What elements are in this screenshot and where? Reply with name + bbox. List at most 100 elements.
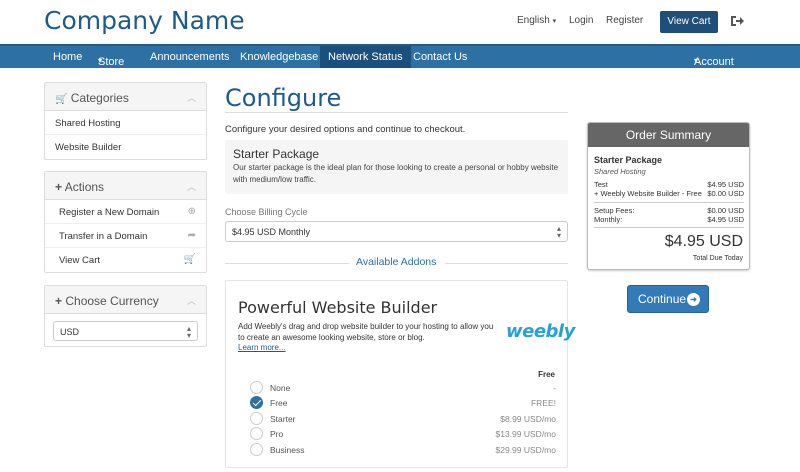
- plus-icon: +: [55, 180, 63, 194]
- addon-option-business[interactable]: Business $29.99 USD/mo: [250, 443, 556, 457]
- radio-button[interactable]: [250, 381, 263, 394]
- summary-line-label: + Weebly Website Builder - Free: [594, 189, 702, 198]
- divider: [225, 112, 568, 113]
- weebly-logo: weebly: [506, 321, 575, 342]
- nav-announcements[interactable]: Announcements: [150, 51, 230, 63]
- option-name: None: [270, 383, 291, 393]
- category-website-builder[interactable]: Website Builder: [45, 135, 206, 159]
- globe-icon: ⊕: [187, 206, 196, 217]
- caret-down-icon: ▾: [98, 56, 103, 65]
- summary-line-label: Test: [594, 180, 608, 189]
- option-price: $8.99 USD/mo: [500, 414, 556, 424]
- actions-header[interactable]: + Actions ︿: [45, 172, 206, 200]
- currency-title: Choose Currency: [65, 294, 159, 308]
- nav-account-label: Account: [694, 56, 734, 68]
- logout-icon[interactable]: [730, 14, 744, 28]
- summary-fee-label: Monthly:: [594, 215, 623, 224]
- order-summary-title: Order Summary: [588, 123, 749, 147]
- categories-panel: 🛒 Categories ︿ Shared Hosting Website Bui…: [44, 82, 207, 160]
- categories-title: Categories: [70, 91, 129, 105]
- addon-column-header: Free: [538, 370, 555, 379]
- billing-cycle-label: Choose Billing Cycle: [225, 207, 308, 217]
- continue-label: Continue: [638, 292, 687, 306]
- option-name: Free: [270, 398, 288, 408]
- summary-line: + Weebly Website Builder - Free $0.00 USD: [594, 189, 744, 198]
- divider-line-left: [225, 263, 349, 264]
- package-description: Our starter package is the ideal plan fo…: [233, 163, 559, 184]
- header: Company Name English ▾ Login Register Vi…: [0, 0, 800, 44]
- select-arrows-icon: ▴ ▾: [556, 224, 561, 240]
- action-transfer-domain[interactable]: Transfer in a Domain ➦: [45, 224, 206, 248]
- view-cart-button[interactable]: View Cart: [660, 11, 718, 33]
- billing-cycle-value: $4.95 USD Monthly: [232, 227, 311, 237]
- addon-description: Add Weebly's drag and drop website build…: [238, 322, 494, 342]
- order-summary: Order Summary Starter Package Shared Hos…: [587, 122, 750, 270]
- summary-line: Test $4.95 USD: [594, 180, 744, 189]
- addon-option-pro[interactable]: Pro $13.99 USD/mo: [250, 427, 556, 441]
- actions-title: Actions: [64, 180, 105, 194]
- summary-package-name: Starter Package: [594, 155, 663, 165]
- nav-home[interactable]: Home: [53, 51, 82, 63]
- action-view-cart[interactable]: View Cart 🛒: [45, 248, 206, 272]
- cart-icon: 🛒: [183, 254, 196, 265]
- option-price: $29.99 USD/mo: [495, 445, 556, 455]
- continue-button[interactable]: Continue ➜: [627, 285, 709, 313]
- share-arrow-icon: ➦: [187, 230, 196, 241]
- action-register-domain[interactable]: Register a New Domain ⊕: [45, 200, 206, 224]
- learn-more-link[interactable]: Learn more...: [238, 343, 286, 352]
- summary-package-group: Shared Hosting: [594, 167, 646, 176]
- summary-line-value: $0.00 USD: [707, 189, 744, 198]
- addons-divider: Available Addons: [225, 256, 568, 270]
- radio-button-checked[interactable]: [250, 396, 263, 409]
- summary-total-label: Total Due Today: [692, 255, 743, 262]
- summary-total: $4.95 USD: [664, 233, 743, 250]
- main-nav: Home Store ▾ Announcements Knowledgebase…: [0, 44, 800, 68]
- radio-button[interactable]: [250, 427, 263, 440]
- action-transfer-domain-label: Transfer in a Domain: [59, 231, 148, 242]
- page-title: Configure: [225, 84, 342, 112]
- summary-fee: Monthly: $4.95 USD: [594, 215, 744, 224]
- chevron-up-icon: ︿: [186, 93, 196, 103]
- radio-button[interactable]: [250, 412, 263, 425]
- language-dropdown[interactable]: English ▾: [517, 15, 556, 26]
- package-info: Starter Package Our starter package is t…: [225, 140, 568, 194]
- option-price: $13.99 USD/mo: [495, 429, 556, 439]
- option-name: Pro: [270, 429, 284, 439]
- plus-icon: +: [55, 294, 63, 308]
- addon-option-free[interactable]: Free FREE!: [250, 396, 556, 410]
- action-view-cart-label: View Cart: [59, 255, 101, 266]
- caret-down-icon: ▾: [552, 18, 557, 25]
- summary-divider: [594, 202, 744, 203]
- brand-logo[interactable]: Company Name: [44, 6, 245, 35]
- divider-line-right: [445, 263, 568, 264]
- billing-cycle-select[interactable]: $4.95 USD Monthly ▴ ▾: [225, 221, 568, 242]
- summary-fee-value: $4.95 USD: [707, 215, 744, 224]
- currency-value: USD: [60, 327, 80, 337]
- summary-fee-label: Setup Fees:: [594, 206, 635, 215]
- summary-line-value: $4.95 USD: [707, 180, 744, 189]
- addon-title: Powerful Website Builder: [238, 298, 438, 317]
- option-name: Business: [270, 445, 305, 455]
- summary-fee-value: $0.00 USD: [707, 206, 744, 215]
- category-shared-hosting[interactable]: Shared Hosting: [45, 111, 206, 135]
- addon-option-none[interactable]: None -: [250, 381, 556, 395]
- categories-header[interactable]: 🛒 Categories ︿: [45, 83, 206, 111]
- addon-option-starter[interactable]: Starter $8.99 USD/mo: [250, 412, 556, 426]
- nav-knowledgebase[interactable]: Knowledgebase: [240, 51, 318, 63]
- nav-network-status[interactable]: Network Status: [320, 46, 411, 68]
- actions-panel: + Actions ︿ Register a New Domain ⊕ Transf…: [44, 171, 207, 273]
- addon-card: Powerful Website Builder Add Weebly's dr…: [225, 280, 575, 468]
- login-link[interactable]: Login: [569, 15, 593, 26]
- summary-divider: [594, 227, 744, 228]
- option-price: -: [553, 383, 556, 393]
- radio-button[interactable]: [250, 443, 263, 456]
- option-price: FREE!: [530, 398, 556, 408]
- option-name: Starter: [270, 414, 296, 424]
- register-link[interactable]: Register: [606, 15, 643, 26]
- language-label: English: [517, 15, 550, 26]
- action-register-domain-label: Register a New Domain: [59, 207, 160, 218]
- currency-select[interactable]: USD ▴ ▾: [53, 321, 198, 341]
- currency-header[interactable]: + Choose Currency ︿: [45, 286, 206, 314]
- chevron-up-icon: ︿: [186, 182, 196, 192]
- nav-contact-us[interactable]: Contact Us: [413, 51, 467, 63]
